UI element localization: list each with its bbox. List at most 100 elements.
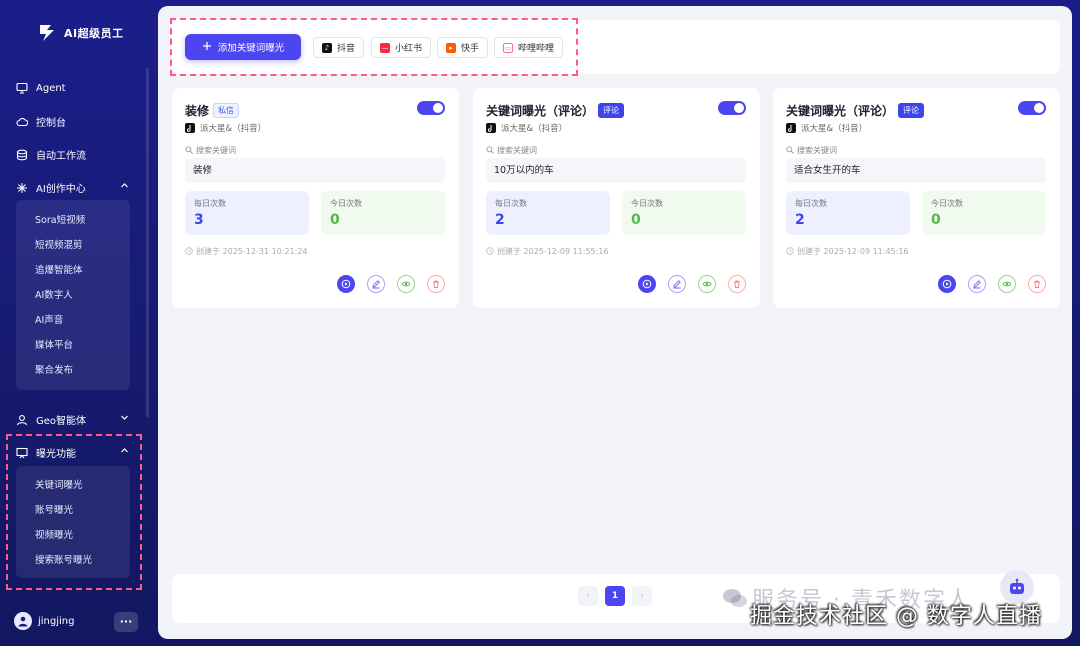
- chevron-down-icon: [120, 413, 129, 425]
- user-name: jingjing: [38, 615, 75, 627]
- enable-toggle[interactable]: [1018, 101, 1046, 115]
- delete-button[interactable]: [427, 275, 445, 293]
- delete-button[interactable]: [1028, 275, 1046, 293]
- brand-logo[interactable]: AI超级员工: [36, 22, 124, 44]
- keyword-label: 搜索关键词: [486, 145, 537, 156]
- view-button[interactable]: [397, 275, 415, 293]
- sidebar-item-viral-agent[interactable]: 追爆智能体: [16, 258, 130, 283]
- account-name: 派大星&（抖音）: [501, 124, 568, 134]
- main-panel: 添加关键词曝光 ♪ 抖音 — 小红书 ▸ 快手 ▭ 哔哩哔哩 装修 私信 派大星&…: [158, 6, 1072, 639]
- created-text: 创建于 2025-12-09 11:45:16: [797, 247, 909, 256]
- run-button[interactable]: [337, 275, 355, 293]
- keyword-value: 10万以内的车: [486, 158, 746, 183]
- account-name: 派大星&（抖音）: [200, 124, 267, 134]
- today-count-label: 今日次数: [330, 199, 362, 208]
- card-actions: [638, 275, 746, 293]
- daily-count-label: 每日次数: [495, 199, 527, 208]
- sidebar-item-sora[interactable]: Sora短视频: [16, 208, 130, 233]
- search-icon: [185, 145, 193, 156]
- cloud-icon: [16, 116, 28, 128]
- next-page-button[interactable]: ›: [632, 586, 652, 606]
- douyin-icon: [185, 123, 195, 133]
- sidebar-item-ai-creation[interactable]: AI创作中心: [16, 180, 128, 195]
- exposure-card: 关键词曝光（评论） 评论 派大星&（抖音） 搜索关键词 10万以内的车 每日次数 2…: [473, 88, 760, 308]
- search-icon: [486, 145, 494, 156]
- sparkle-icon: [16, 182, 28, 194]
- card-title-text: 关键词曝光（评论）: [486, 104, 595, 118]
- sidebar-item-console[interactable]: 控制台: [16, 114, 66, 129]
- sidebar-item-search-account-exposure[interactable]: 搜索账号曝光: [16, 548, 130, 573]
- keyword-label: 搜索关键词: [786, 145, 837, 156]
- chevron-up-icon: [120, 446, 129, 458]
- today-count-value: 0: [631, 212, 641, 228]
- edit-button[interactable]: [968, 275, 986, 293]
- sidebar-item-exposure[interactable]: 曝光功能: [16, 445, 128, 460]
- sidebar-item-geo-agent[interactable]: Geo智能体: [16, 412, 128, 427]
- clock-icon: [486, 246, 494, 257]
- chevron-up-icon: [120, 181, 129, 193]
- sidebar-item-video-mix[interactable]: 短视频混剪: [16, 233, 130, 258]
- run-button[interactable]: [938, 275, 956, 293]
- card-title: 关键词曝光（评论） 评论: [786, 102, 925, 119]
- card-account: 派大星&（抖音）: [486, 122, 567, 134]
- page-number[interactable]: 1: [605, 586, 625, 606]
- avatar: [14, 612, 32, 630]
- ai-creation-submenu: Sora短视频 短视频混剪 追爆智能体 AI数字人 AI声音 媒体平台 聚合发布: [16, 200, 130, 390]
- keyword-label: 搜索关键词: [185, 145, 236, 156]
- prev-page-button[interactable]: ‹: [578, 586, 598, 606]
- toolbar-highlight-frame: [170, 18, 578, 76]
- card-actions: [938, 275, 1046, 293]
- daily-count-label: 每日次数: [795, 199, 827, 208]
- delete-button[interactable]: [728, 275, 746, 293]
- presentation-icon: [16, 447, 28, 459]
- card-tag: 评论: [898, 103, 925, 118]
- sidebar-item-digital-human[interactable]: AI数字人: [16, 283, 130, 308]
- sidebar-item-keyword-exposure[interactable]: 关键词曝光: [16, 473, 130, 498]
- clock-icon: [185, 246, 193, 257]
- sidebar-item-workflow[interactable]: 自动工作流: [16, 147, 86, 162]
- card-tag: 私信: [213, 103, 240, 118]
- user-profile[interactable]: jingjing: [14, 612, 74, 630]
- sidebar-item-label: 控制台: [36, 118, 66, 129]
- run-button[interactable]: [638, 275, 656, 293]
- created-text: 创建于 2025-12-09 11:55:16: [497, 247, 609, 256]
- sidebar: AI超级员工 Agent 控制台 自动工作流 AI创作中心 Sora短视频 短视…: [0, 0, 152, 646]
- today-count-value: 0: [330, 212, 340, 228]
- wechat-icon: [722, 587, 748, 609]
- exposure-submenu: 关键词曝光 账号曝光 视频曝光 搜索账号曝光: [16, 466, 130, 578]
- keyword-value: 适合女生开的车: [786, 158, 1046, 183]
- sidebar-item-media-platform[interactable]: 媒体平台: [16, 333, 130, 358]
- user-more-button[interactable]: ···: [114, 612, 138, 632]
- enable-toggle[interactable]: [718, 101, 746, 115]
- enable-toggle[interactable]: [417, 101, 445, 115]
- view-button[interactable]: [698, 275, 716, 293]
- sidebar-scrollbar[interactable]: [146, 68, 149, 418]
- daily-count-value: 2: [795, 212, 805, 228]
- sidebar-item-label: Agent: [36, 82, 66, 94]
- sidebar-item-video-exposure[interactable]: 视频曝光: [16, 523, 130, 548]
- edit-button[interactable]: [668, 275, 686, 293]
- sidebar-item-account-exposure[interactable]: 账号曝光: [16, 498, 130, 523]
- daily-count-value: 3: [194, 212, 204, 228]
- daily-count-label: 每日次数: [194, 199, 226, 208]
- sidebar-item-label: AI创作中心: [36, 184, 86, 195]
- sidebar-item-ai-voice[interactable]: AI声音: [16, 308, 130, 333]
- brand-logo-icon: [36, 22, 58, 44]
- view-button[interactable]: [998, 275, 1016, 293]
- edit-button[interactable]: [367, 275, 385, 293]
- sidebar-item-agent[interactable]: Agent: [16, 82, 66, 94]
- keyword-value: 装修: [185, 158, 445, 183]
- today-count-label: 今日次数: [631, 199, 663, 208]
- douyin-icon: [786, 123, 796, 133]
- sidebar-item-label: 自动工作流: [36, 151, 86, 162]
- sidebar-item-aggregate-publish[interactable]: 聚合发布: [16, 358, 130, 383]
- card-title: 装修 私信: [185, 102, 240, 119]
- exposure-card: 关键词曝光（评论） 评论 派大星&（抖音） 搜索关键词 适合女生开的车 每日次数 2…: [773, 88, 1060, 308]
- today-count: 今日次数 0: [321, 191, 445, 235]
- daily-count-value: 2: [495, 212, 505, 228]
- today-count: 今日次数 0: [922, 191, 1046, 235]
- clock-icon: [786, 246, 794, 257]
- keyword-label-text: 搜索关键词: [497, 146, 537, 155]
- today-count-label: 今日次数: [931, 199, 963, 208]
- card-actions: [337, 275, 445, 293]
